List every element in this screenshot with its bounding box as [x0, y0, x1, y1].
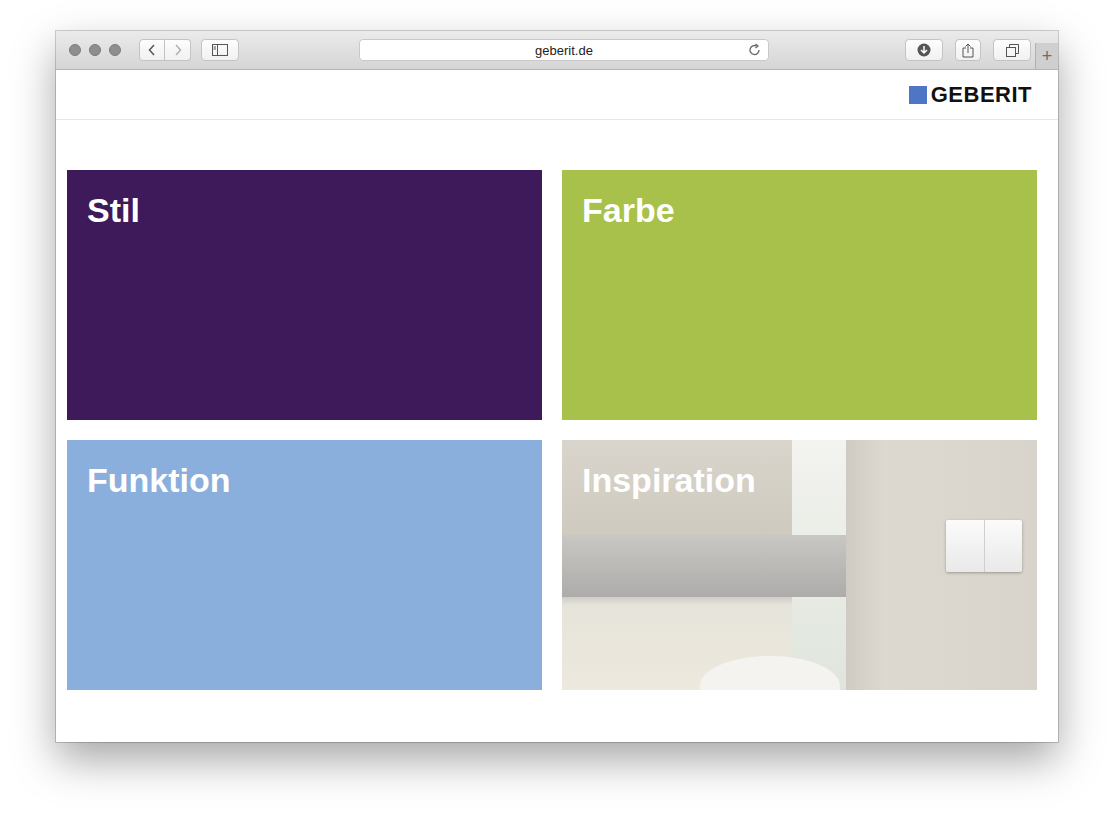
title-bar: geberit.de + — [56, 31, 1058, 70]
downloads-button[interactable] — [905, 39, 943, 61]
tile-title: Farbe — [582, 190, 1017, 230]
back-arrow-icon — [148, 44, 156, 56]
ph-shelf — [562, 535, 846, 597]
address-bar[interactable]: geberit.de — [359, 39, 769, 61]
geberit-logo[interactable]: GEBERIT — [909, 84, 1032, 106]
share-button[interactable] — [955, 39, 981, 61]
browser-window: geberit.de + GEBERIT Stil Farbe Funktion In… — [56, 31, 1058, 742]
tile-title: Inspiration — [582, 460, 1017, 500]
back-button[interactable] — [139, 39, 165, 61]
url-text: geberit.de — [535, 43, 593, 58]
tabs-button[interactable] — [993, 39, 1031, 61]
category-tile[interactable]: Stil — [67, 170, 542, 420]
tile-grid: Stil Farbe Funktion Inspiration — [56, 120, 1058, 690]
logo-text: GEBERIT — [931, 84, 1032, 106]
logo-square-icon — [909, 86, 927, 104]
category-tile[interactable]: Farbe — [562, 170, 1037, 420]
ph-plate — [946, 520, 1022, 572]
share-icon — [962, 43, 974, 58]
tile-title: Funktion — [87, 460, 522, 500]
minimize-button[interactable] — [89, 44, 101, 56]
reload-icon[interactable] — [748, 43, 762, 57]
close-button[interactable] — [69, 44, 81, 56]
category-tile[interactable]: Funktion — [67, 440, 542, 690]
forward-button[interactable] — [165, 39, 191, 61]
download-icon — [917, 43, 931, 57]
zoom-button[interactable] — [109, 44, 121, 56]
forward-arrow-icon — [174, 44, 182, 56]
sidebar-icon — [212, 44, 228, 56]
tile-title: Stil — [87, 190, 522, 230]
category-tile[interactable]: Inspiration — [562, 440, 1037, 690]
site-header: GEBERIT — [56, 70, 1058, 120]
new-tab-label: + — [1042, 46, 1053, 67]
new-tab-button[interactable]: + — [1035, 43, 1058, 69]
tabs-icon — [1006, 44, 1019, 57]
sidebar-button[interactable] — [201, 39, 239, 61]
